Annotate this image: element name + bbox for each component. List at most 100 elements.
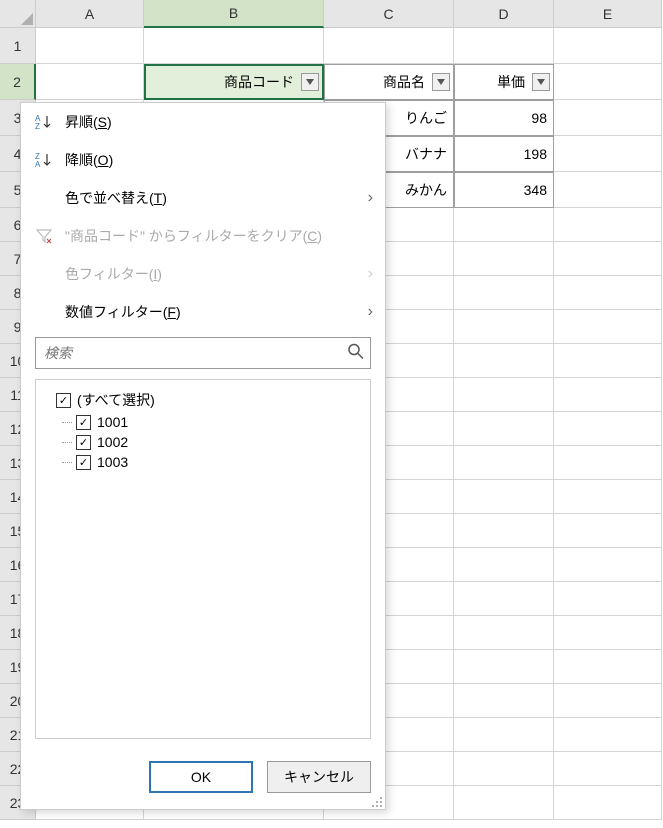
dialog-buttons: OK キャンセル: [21, 749, 385, 809]
row-2: 2 商品コード 商品名 単価: [0, 64, 663, 100]
cell[interactable]: [554, 310, 662, 344]
cell[interactable]: [454, 378, 554, 412]
cell-d2-header[interactable]: 単価: [454, 64, 554, 100]
chevron-right-icon: ›: [368, 303, 373, 321]
number-filter-item[interactable]: 数値フィルター(F) ›: [21, 293, 385, 331]
sort-by-color-item[interactable]: 色で並べ替え(T) ›: [21, 179, 385, 217]
col-header-c[interactable]: C: [324, 0, 454, 28]
cell[interactable]: [554, 786, 662, 820]
sort-ascending-item[interactable]: AZ 昇順(S): [21, 103, 385, 141]
cell[interactable]: [554, 480, 662, 514]
cell[interactable]: [554, 582, 662, 616]
cell[interactable]: [554, 684, 662, 718]
chevron-right-icon: ›: [368, 265, 373, 283]
cell-e2[interactable]: [554, 64, 662, 100]
checkbox-icon: ✓: [76, 455, 91, 470]
svg-text:A: A: [35, 160, 41, 169]
cell-d4[interactable]: 198: [454, 136, 554, 172]
col-header-b[interactable]: B: [144, 0, 324, 28]
row-header-2[interactable]: 2: [0, 64, 36, 100]
row-1: 1: [0, 28, 663, 64]
cell[interactable]: [554, 378, 662, 412]
cell[interactable]: [454, 208, 554, 242]
cell-d1[interactable]: [454, 28, 554, 64]
search-box: [35, 337, 371, 369]
cell-c1[interactable]: [324, 28, 454, 64]
header-b-label: 商品コード: [224, 72, 294, 92]
cell[interactable]: [454, 276, 554, 310]
cell-c2-header[interactable]: 商品名: [324, 64, 454, 100]
cell[interactable]: [554, 412, 662, 446]
cell[interactable]: [554, 548, 662, 582]
cancel-button[interactable]: キャンセル: [267, 761, 371, 793]
filter-values-list: ✓ (すべて選択) ✓ 1001 ✓ 1002 ✓ 1003: [35, 379, 371, 739]
cell-e5[interactable]: [554, 172, 662, 208]
sort-desc-label: 降順(O): [65, 150, 373, 170]
cell[interactable]: [454, 344, 554, 378]
cell[interactable]: [454, 480, 554, 514]
cell-d3[interactable]: 98: [454, 100, 554, 136]
color-filter-item: 色フィルター(I) ›: [21, 255, 385, 293]
search-icon: [347, 343, 365, 364]
cell-a2[interactable]: [36, 64, 144, 100]
filter-value-label: 1001: [97, 414, 128, 430]
select-all-label: (すべて選択): [77, 390, 155, 410]
cell[interactable]: [454, 718, 554, 752]
cell[interactable]: [554, 208, 662, 242]
cell[interactable]: [454, 582, 554, 616]
sort-desc-icon: ZA: [33, 149, 55, 171]
filter-value-item[interactable]: ✓ 1002: [48, 432, 358, 452]
filter-value-label: 1003: [97, 454, 128, 470]
cell[interactable]: [454, 412, 554, 446]
sort-asc-label: 昇順(S): [65, 112, 373, 132]
cell[interactable]: [554, 514, 662, 548]
filter-button-d[interactable]: [532, 73, 550, 91]
cell[interactable]: [554, 718, 662, 752]
cell[interactable]: [454, 242, 554, 276]
cell[interactable]: [554, 616, 662, 650]
select-all-corner[interactable]: [0, 0, 36, 28]
resize-grip-icon[interactable]: [371, 795, 383, 807]
cell-e3[interactable]: [554, 100, 662, 136]
color-filter-label: 色フィルター(I): [65, 264, 358, 284]
cell-b2-header[interactable]: 商品コード: [144, 64, 324, 100]
cell[interactable]: [554, 276, 662, 310]
select-all-checkbox[interactable]: ✓ (すべて選択): [48, 388, 358, 412]
cell-a1[interactable]: [36, 28, 144, 64]
cell[interactable]: [454, 786, 554, 820]
sort-descending-item[interactable]: ZA 降順(O): [21, 141, 385, 179]
filter-button-b[interactable]: [301, 73, 319, 91]
cell[interactable]: [454, 684, 554, 718]
col-header-e[interactable]: E: [554, 0, 662, 28]
col-header-a[interactable]: A: [36, 0, 144, 28]
cell[interactable]: [454, 310, 554, 344]
cell-b1[interactable]: [144, 28, 324, 64]
cell[interactable]: [454, 650, 554, 684]
cell[interactable]: [454, 752, 554, 786]
cell[interactable]: [454, 446, 554, 480]
checkbox-icon: ✓: [76, 435, 91, 450]
clear-filter-label: "商品コード" からフィルターをクリア(C): [65, 226, 373, 246]
chevron-right-icon: ›: [368, 189, 373, 207]
filter-value-item[interactable]: ✓ 1001: [48, 412, 358, 432]
filter-value-item[interactable]: ✓ 1003: [48, 452, 358, 472]
cell-e4[interactable]: [554, 136, 662, 172]
cell-d5[interactable]: 348: [454, 172, 554, 208]
cell[interactable]: [454, 548, 554, 582]
cell[interactable]: [554, 752, 662, 786]
ok-button[interactable]: OK: [149, 761, 253, 793]
cell[interactable]: [554, 242, 662, 276]
cell[interactable]: [554, 650, 662, 684]
cell-e1[interactable]: [554, 28, 662, 64]
filter-dropdown-menu: AZ 昇順(S) ZA 降順(O) 色で並べ替え(T) › "商品コード" から…: [20, 102, 386, 810]
cell[interactable]: [554, 344, 662, 378]
col-header-d[interactable]: D: [454, 0, 554, 28]
search-input[interactable]: [35, 337, 371, 369]
cell[interactable]: [554, 446, 662, 480]
svg-text:Z: Z: [35, 122, 40, 131]
cell[interactable]: [454, 514, 554, 548]
row-header-1[interactable]: 1: [0, 28, 36, 64]
cell[interactable]: [454, 616, 554, 650]
filter-button-c[interactable]: [432, 73, 450, 91]
header-d-label: 単価: [497, 72, 525, 92]
